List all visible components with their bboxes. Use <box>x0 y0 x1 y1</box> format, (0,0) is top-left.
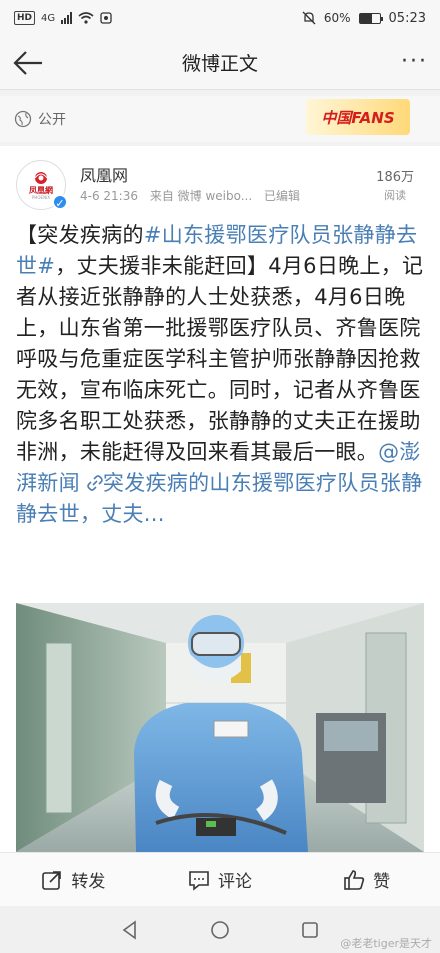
post-date: 4-6 21:36 <box>80 189 138 203</box>
back-triangle-icon[interactable] <box>120 919 140 940</box>
globe-icon <box>14 110 32 128</box>
mute-bell-icon <box>302 11 316 25</box>
repost-icon <box>42 870 62 890</box>
verified-badge-icon: ✓ <box>52 194 68 210</box>
action-bar: 转发 评论 赞 <box>0 852 440 906</box>
nurse-photo-illustration <box>16 603 424 852</box>
status-bar: HD 4G 60% 05:23 <box>0 0 440 36</box>
watermark: @老老tiger是天才 <box>340 937 432 950</box>
battery-percent: 60% <box>323 11 351 25</box>
back-arrow-icon[interactable] <box>12 48 44 78</box>
comment-icon <box>189 870 209 891</box>
link-icon <box>87 475 103 491</box>
visibility-label: 公开 <box>38 112 66 128</box>
post-source[interactable]: 来自 微博 weibo... <box>150 189 252 203</box>
like-label: 赞 <box>373 872 391 892</box>
post-text: 【突发疾病的#山东援鄂医疗队员张静静去世#，丈夫援非未能赶回】4月6日晚上，记者… <box>16 220 428 530</box>
nav-bar: 微博正文 ··· <box>0 36 440 90</box>
repost-label: 转发 <box>71 872 106 892</box>
repost-button[interactable]: 转发 <box>0 853 147 906</box>
clock: 05:23 <box>388 10 426 26</box>
read-count: 186万 阅读 <box>376 166 414 203</box>
network-type: 4G <box>41 12 56 24</box>
thumbs-up-icon <box>344 869 365 890</box>
author-name[interactable]: 凤凰网 <box>80 162 128 186</box>
hd-icon: HD <box>14 11 36 25</box>
battery-icon <box>358 12 383 24</box>
read-count-number: 186万 <box>376 170 414 185</box>
comment-button[interactable]: 评论 <box>147 853 294 906</box>
home-circle-icon[interactable] <box>210 920 230 940</box>
post-meta: 4-6 21:36 来自 微博 weibo... 已编辑 <box>80 187 308 204</box>
comment-label: 评论 <box>218 872 252 892</box>
signal-icon <box>61 12 73 24</box>
avatar-logo-text: 凤凰網 <box>29 186 53 195</box>
recents-square-icon[interactable] <box>300 920 320 940</box>
avatar-logo-subtext: PHOENIX <box>31 195 50 200</box>
phoenix-logo-icon <box>34 172 48 184</box>
edited-label[interactable]: 已编辑 <box>264 189 300 203</box>
china-fans-badge[interactable]: 中国FANS <box>306 99 410 135</box>
wifi-icon <box>78 12 94 24</box>
weibo-post: 凤凰網 PHOENIX ✓ 凤凰网 4-6 21:36 来自 微博 weibo.… <box>0 146 440 852</box>
read-count-label: 阅读 <box>384 189 407 202</box>
notification-icon <box>100 12 112 24</box>
visibility-row: 公开 中国FANS <box>0 96 440 142</box>
post-text-prefix: 【突发疾病的 <box>16 223 144 247</box>
post-photo[interactable] <box>16 603 424 852</box>
like-button[interactable]: 赞 <box>293 853 440 906</box>
more-options-icon[interactable]: ··· <box>401 51 428 73</box>
page-title: 微博正文 <box>181 53 258 75</box>
post-text-main: ，丈夫援非未能赶回】4月6日晚上，记者从接近张静静的人士处获悉，4月6日晚上，山… <box>16 254 424 464</box>
